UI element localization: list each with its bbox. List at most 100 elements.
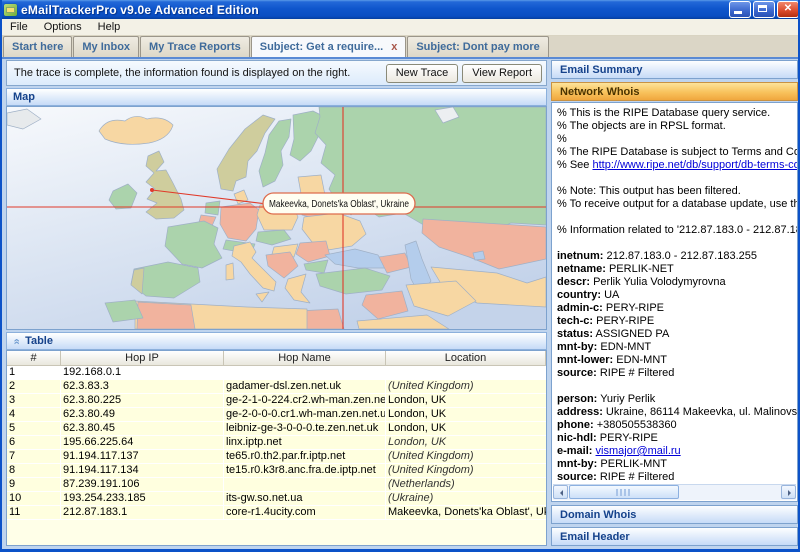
whois-line: source: RIPE # Filtered xyxy=(552,471,797,484)
whois-line: person: Yuriy Perlik xyxy=(552,393,797,406)
tab-label: Subject: Dont pay more xyxy=(416,41,539,53)
table-row[interactable]: 1192.168.0.1 xyxy=(7,366,546,380)
whois-line: admin-c: PERY-RIPE xyxy=(552,302,797,315)
scroll-left-arrow-icon[interactable] xyxy=(553,485,568,499)
whois-line: mnt-lower: EDN-MNT xyxy=(552,354,797,367)
horizontal-scrollbar[interactable] xyxy=(553,484,796,500)
whois-line: nic-hdl: PERY-RIPE xyxy=(552,432,797,445)
table-row[interactable]: 6195.66.225.64linx.iptp.netLondon, UK xyxy=(7,436,546,450)
menu-item-options[interactable]: Options xyxy=(36,19,90,35)
whois-line: mnt-by: EDN-MNT xyxy=(552,341,797,354)
tab-close-icon[interactable]: x xyxy=(391,41,397,53)
table-cell: 10 xyxy=(7,492,61,505)
table-cell: 5 xyxy=(7,422,61,435)
table-row[interactable]: 987.239.191.106(Netherlands) xyxy=(7,478,546,492)
tab-start-here[interactable]: Start here xyxy=(3,36,72,57)
table-row[interactable]: 791.194.117.137te65.r0.th2.par.fr.iptp.n… xyxy=(7,450,546,464)
content-top-divider xyxy=(2,57,798,59)
view-report-button[interactable]: View Report xyxy=(462,64,542,83)
column-header-num[interactable]: # xyxy=(7,351,61,365)
whois-line: % This is the RIPE Database query servic… xyxy=(552,107,797,120)
map-view[interactable]: Makeevka, Donets'ka Oblast', Ukraine xyxy=(6,106,547,330)
table-row[interactable]: 462.3.80.49ge-2-0-0-0.cr1.wh-man.zen.net… xyxy=(7,408,546,422)
table-cell: (United Kingdom) xyxy=(386,464,546,477)
section-email-summary[interactable]: Email Summary xyxy=(551,60,798,79)
table-row[interactable]: 11212.87.183.1core-r1.4ucity.comMakeevka… xyxy=(7,506,546,520)
table-rows: 1192.168.0.1262.3.83.3gadamer-dsl.zen.ne… xyxy=(7,366,546,520)
table-cell: 6 xyxy=(7,436,61,449)
close-button[interactable] xyxy=(777,1,799,18)
menu-item-help[interactable]: Help xyxy=(90,19,129,35)
table-cell: 91.194.117.134 xyxy=(61,464,224,477)
table-row[interactable]: 10193.254.233.185its-gw.so.net.ua(Ukrain… xyxy=(7,492,546,506)
tab-my-trace-reports[interactable]: My Trace Reports xyxy=(140,36,250,57)
status-message: The trace is complete, the information f… xyxy=(7,67,386,79)
column-header-hop-ip[interactable]: Hop IP xyxy=(61,351,224,365)
app-icon xyxy=(4,4,17,16)
table-cell: 91.194.117.137 xyxy=(61,450,224,463)
maximize-button[interactable] xyxy=(753,1,775,18)
section-domain-whois[interactable]: Domain Whois xyxy=(551,505,798,524)
hop-table: # Hop IP Hop Name Location 1192.168.0.12… xyxy=(6,350,547,546)
whois-line: netname: PERLIK-NET xyxy=(552,263,797,276)
map-panel-header[interactable]: Map xyxy=(6,88,547,106)
table-cell: 62.3.80.225 xyxy=(61,394,224,407)
table-header-row: # Hop IP Hop Name Location xyxy=(7,351,546,366)
whois-line: e-mail: vismajor@mail.ru xyxy=(552,445,797,458)
whois-line: tech-c: PERY-RIPE xyxy=(552,315,797,328)
table-cell: 62.3.80.45 xyxy=(61,422,224,435)
scroll-right-arrow-icon[interactable] xyxy=(781,485,796,499)
table-cell: 193.254.233.185 xyxy=(61,492,224,505)
tab-label: Start here xyxy=(12,41,63,53)
menu-item-file[interactable]: File xyxy=(2,19,36,35)
table-cell: (United Kingdom) xyxy=(386,450,546,463)
table-panel-header[interactable]: « Table xyxy=(6,332,547,350)
table-cell: 4 xyxy=(7,408,61,421)
table-cell: leibniz-ge-3-0-0-0.te.zen.net.uk xyxy=(224,422,386,435)
status-panel: The trace is complete, the information f… xyxy=(6,60,547,86)
table-cell: te15.r0.k3r8.anc.fra.de.iptp.net xyxy=(224,464,386,477)
table-row[interactable]: 262.3.83.3gadamer-dsl.zen.net.uk(United … xyxy=(7,380,546,394)
table-row[interactable]: 891.194.117.134te15.r0.k3r8.anc.fra.de.i… xyxy=(7,464,546,478)
column-header-hop-name[interactable]: Hop Name xyxy=(224,351,386,365)
app-window: eMailTrackerPro v9.0e Advanced Edition F… xyxy=(0,0,800,552)
table-cell: 87.239.191.106 xyxy=(61,478,224,491)
tab-subject-get-a-require[interactable]: Subject: Get a require...x xyxy=(251,36,407,57)
table-row[interactable]: 362.3.80.225ge-2-1-0-224.cr2.wh-man.zen.… xyxy=(7,394,546,408)
table-row[interactable]: 562.3.80.45leibniz-ge-3-0-0-0.te.zen.net… xyxy=(7,422,546,436)
whois-link[interactable]: http://www.ripe.net/db/support/db-terms-… xyxy=(592,159,798,171)
collapse-chevron-icon[interactable]: « xyxy=(8,336,25,348)
network-whois-label: Network Whois xyxy=(560,86,639,98)
whois-line: inetnum: 212.87.183.0 - 212.87.183.255 xyxy=(552,250,797,263)
new-trace-button[interactable]: New Trace xyxy=(386,64,459,83)
email-header-label: Email Header xyxy=(560,531,630,543)
section-email-header[interactable]: Email Header xyxy=(551,527,798,546)
trace-origin-dot xyxy=(150,188,154,192)
table-cell: London, UK xyxy=(386,408,546,421)
table-cell: 62.3.80.49 xyxy=(61,408,224,421)
table-cell: linx.iptp.net xyxy=(224,436,386,449)
tab-subject-dont-pay-more[interactable]: Subject: Dont pay more xyxy=(407,36,548,57)
tab-bar: Start hereMy InboxMy Trace ReportsSubjec… xyxy=(2,36,798,57)
europe-map: Makeevka, Donets'ka Oblast', Ukraine xyxy=(7,107,546,329)
whois-line xyxy=(552,380,797,393)
whois-line: country: UA xyxy=(552,289,797,302)
whois-line xyxy=(552,172,797,185)
table-cell: 1 xyxy=(7,366,61,379)
table-cell: ge-2-1-0-224.cr2.wh-man.zen.net.uk xyxy=(224,394,386,407)
scrollbar-thumb[interactable] xyxy=(569,485,679,499)
tab-my-inbox[interactable]: My Inbox xyxy=(73,36,139,57)
whois-link[interactable]: vismajor@mail.ru xyxy=(596,445,681,457)
window-title: eMailTrackerPro v9.0e Advanced Edition xyxy=(21,3,259,17)
network-whois-content: % This is the RIPE Database query servic… xyxy=(551,102,798,502)
column-header-location[interactable]: Location xyxy=(386,351,546,365)
whois-text: % This is the RIPE Database query servic… xyxy=(552,107,797,484)
whois-line: % xyxy=(552,133,797,146)
whois-line: descr: Perlik Yulia Volodymyrovna xyxy=(552,276,797,289)
table-cell: gadamer-dsl.zen.net.uk xyxy=(224,380,386,393)
whois-line: % Information related to '212.87.183.0 -… xyxy=(552,224,797,237)
section-network-whois[interactable]: Network Whois xyxy=(551,82,798,101)
title-bar[interactable]: eMailTrackerPro v9.0e Advanced Edition xyxy=(0,0,800,19)
minimize-button[interactable] xyxy=(729,1,751,18)
map-panel-title: Map xyxy=(13,91,35,103)
